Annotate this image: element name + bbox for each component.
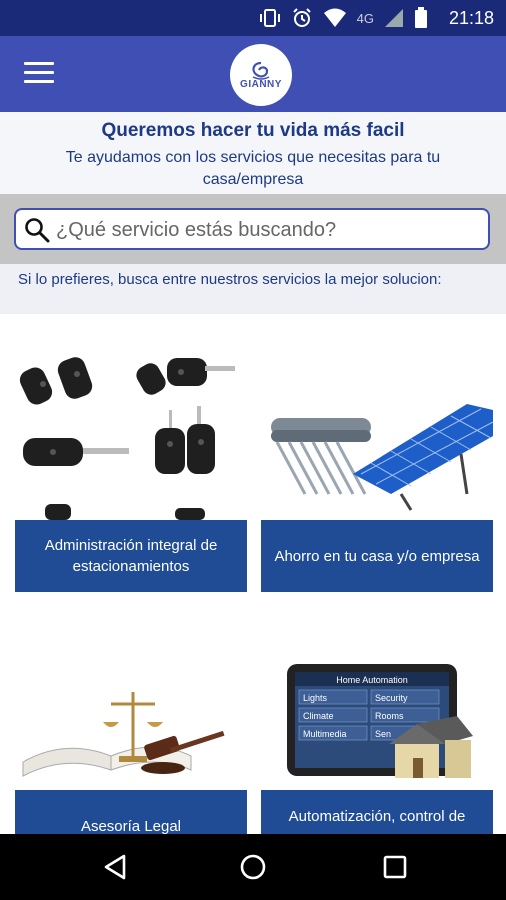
logo-mark-icon [252,61,270,80]
status-icons: 4G [259,6,428,30]
home-icon[interactable] [238,852,268,882]
service-label: Automatización, control de [261,790,493,834]
network-type: 4G [356,10,374,26]
recents-icon[interactable] [380,852,410,882]
vibrate-icon [259,9,280,27]
alarm-icon [292,8,311,27]
status-time: 21:18 [448,8,494,28]
car-keys-image [15,344,247,520]
hamburger-icon[interactable] [24,62,54,84]
automation-button-label: Climate [303,711,334,721]
automation-button-label: Security [375,693,408,703]
legal-gavel-image [15,644,247,790]
automation-screen-title: Home Automation [336,675,408,685]
service-card-legal[interactable]: Asesoría Legal [15,644,247,835]
hint-section: Si lo prefieres, busca entre nuestros se… [0,264,506,314]
search-icon [25,218,50,243]
automation-button-label: Sen [375,729,391,739]
back-icon[interactable] [100,852,130,882]
service-card-automation[interactable]: Home Automation Lights Security Climate … [261,644,493,834]
service-label: Administración integral de estacionamien… [15,520,247,592]
service-card-savings[interactable]: Ahorro en tu casa y/o empresa [261,344,493,594]
service-card-parking[interactable]: Administración integral de estacionamien… [15,344,247,594]
service-label: Asesoría Legal [15,790,247,835]
status-bar: 4G 21:18 [0,0,506,36]
solar-panel-image [261,344,493,520]
app-logo[interactable]: GIANNY [230,44,292,106]
intro-section: Queremos hacer tu vida más facil Te ayud… [0,112,506,194]
hint-text: Si lo prefieres, busca entre nuestros se… [18,271,442,288]
system-nav-bar [0,834,506,900]
search-input[interactable] [54,214,478,246]
battery-icon [415,7,427,28]
search-box[interactable] [14,208,490,250]
signal-icon [385,9,403,27]
automation-button-label: Multimedia [303,729,347,739]
intro-title: Queremos hacer tu vida más facil [101,120,405,141]
automation-button-label: Lights [303,693,328,703]
search-band [0,194,506,264]
wifi-icon [323,8,346,27]
app-bar: GIANNY [0,36,506,112]
home-automation-image: Home Automation Lights Security Climate … [261,644,493,790]
service-label: Ahorro en tu casa y/o empresa [261,520,493,592]
automation-button-label: Rooms [375,711,404,721]
logo-text: GIANNY [240,78,282,90]
intro-subtitle: Te ayudamos con los servicios que necesi… [65,149,441,188]
